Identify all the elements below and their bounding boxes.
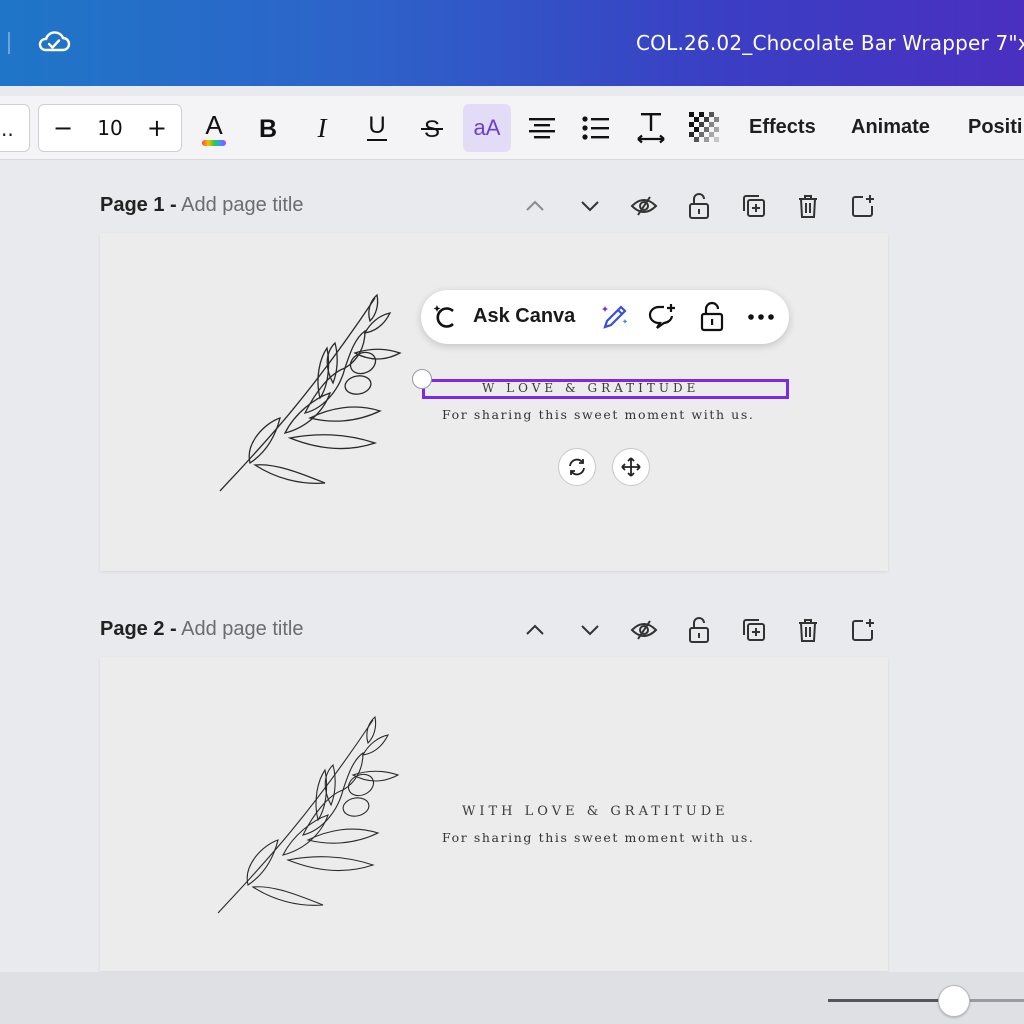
add-page-button[interactable] (835, 186, 890, 226)
font-family-label: .. (1, 117, 14, 141)
add-comment-icon[interactable] (645, 299, 681, 335)
duplicate-icon (742, 195, 765, 217)
rotate-icon (569, 458, 585, 476)
bullet-list-icon (582, 116, 609, 140)
bold-icon: B (259, 115, 277, 143)
add-page-icon (851, 619, 874, 641)
page-2-actions (508, 610, 890, 650)
italic-icon: I (317, 113, 329, 143)
chevron-down-icon (581, 625, 599, 636)
magic-write-icon[interactable] (597, 299, 633, 335)
add-page-icon (851, 195, 874, 217)
text-align-button[interactable] (519, 106, 565, 150)
position-button[interactable]: Positi (968, 116, 1022, 139)
ask-canva-toolbar: Ask Canva (421, 290, 789, 344)
page-1-canvas[interactable]: W LOVE & GRATITUDE For sharing this swee… (100, 233, 888, 571)
align-center-icon (529, 118, 555, 139)
transparency-icon (689, 112, 719, 142)
eye-off-icon (630, 196, 658, 216)
eye-off-icon (630, 620, 658, 640)
text-spacing-icon (637, 113, 665, 144)
animate-button[interactable]: Animate (851, 116, 930, 139)
trash-icon (799, 619, 818, 642)
increase-font-size-button[interactable]: + (147, 114, 167, 142)
hide-page-button[interactable] (617, 610, 672, 650)
delete-page-button[interactable] (781, 610, 836, 650)
page-2-canvas[interactable]: WITH LOVE & GRATITUDE For sharing this s… (100, 657, 888, 971)
lock-element-icon[interactable] (694, 299, 730, 335)
move-handle[interactable] (612, 448, 650, 486)
bottom-bar (0, 972, 1024, 1024)
olive-branch-illustration[interactable] (215, 293, 415, 493)
svg-text:I: I (317, 113, 329, 143)
spacing-button[interactable] (628, 106, 674, 150)
effects-button[interactable]: Effects (749, 116, 816, 139)
svg-text:B: B (259, 115, 277, 143)
underline-icon: U (367, 112, 387, 141)
lock-page-button[interactable] (672, 610, 727, 650)
rotate-handle[interactable] (558, 448, 596, 486)
document-title[interactable]: COL.26.02_Chocolate Bar Wrapper 7"x (636, 31, 1024, 55)
more-options-icon[interactable] (743, 299, 779, 335)
unlock-icon (688, 193, 709, 219)
olive-branch-illustration[interactable] (213, 715, 413, 915)
unlock-icon (688, 617, 709, 643)
page-2-header: Page 2 - Add page title (100, 610, 890, 650)
italic-button[interactable]: I (299, 106, 345, 150)
chevron-up-icon (526, 200, 544, 211)
page-1-header: Page 1 - Add page title (100, 186, 890, 226)
text-color-icon: A (202, 110, 226, 146)
cloud-sync-icon[interactable] (36, 26, 72, 58)
font-family-dropdown[interactable]: .. (0, 104, 30, 152)
page-1-label: Page 1 - (100, 194, 177, 216)
strikethrough-button[interactable]: S (409, 106, 455, 150)
page-2-title-placeholder[interactable]: Add page title (181, 618, 303, 640)
page-1-actions (508, 186, 890, 226)
hide-page-button[interactable] (617, 186, 672, 226)
decrease-font-size-button[interactable]: − (53, 114, 73, 142)
duplicate-page-button[interactable] (726, 610, 781, 650)
move-icon (621, 457, 641, 477)
underline-button[interactable]: U (354, 106, 400, 150)
move-page-down-button[interactable] (562, 186, 617, 226)
list-button[interactable] (573, 106, 619, 150)
zoom-slider-thumb[interactable] (938, 985, 970, 1017)
page-2-subtext[interactable]: For sharing this sweet moment with us. (442, 830, 754, 845)
text-toolbar: .. − 10 + A B I U S aA Effects Animate P… (0, 96, 1024, 160)
page-2-label: Page 2 - (100, 618, 177, 640)
trash-icon (799, 195, 818, 218)
topbar-divider (8, 32, 10, 54)
delete-page-button[interactable] (781, 186, 836, 226)
lock-page-button[interactable] (672, 186, 727, 226)
duplicate-page-button[interactable] (726, 186, 781, 226)
bold-button[interactable]: B (245, 106, 291, 150)
zoom-slider-fill (828, 999, 954, 1002)
letter-case-button[interactable]: aA (463, 104, 511, 152)
chevron-down-icon (581, 201, 599, 212)
text-color-button[interactable]: A (191, 106, 237, 150)
move-page-up-button[interactable] (508, 186, 563, 226)
canva-assistant-icon[interactable] (428, 299, 464, 335)
top-bar: COL.26.02_Chocolate Bar Wrapper 7"x (0, 0, 1024, 86)
move-page-up-button[interactable] (508, 610, 563, 650)
move-page-down-button[interactable] (562, 610, 617, 650)
page-1-title[interactable]: Page 1 - Add page title (100, 194, 303, 217)
selection-resize-handle[interactable] (412, 369, 432, 389)
transparency-button[interactable] (682, 106, 728, 150)
page-2-heading[interactable]: WITH LOVE & GRATITUDE (462, 804, 729, 819)
strikethrough-icon: S (421, 116, 443, 143)
text-selection-box (422, 379, 789, 399)
font-size-input[interactable]: 10 (97, 116, 122, 140)
page-2-title[interactable]: Page 2 - Add page title (100, 618, 303, 641)
ask-canva-button[interactable]: Ask Canva (473, 305, 575, 328)
svg-text:U: U (368, 112, 385, 139)
duplicate-icon (742, 619, 765, 641)
font-size-stepper: − 10 + (38, 104, 182, 152)
add-page-button[interactable] (835, 610, 890, 650)
svg-text:A: A (205, 110, 223, 140)
chevron-up-icon (526, 624, 544, 635)
page-1-subtext[interactable]: For sharing this sweet moment with us. (442, 407, 754, 422)
page-1-title-placeholder[interactable]: Add page title (181, 194, 303, 216)
